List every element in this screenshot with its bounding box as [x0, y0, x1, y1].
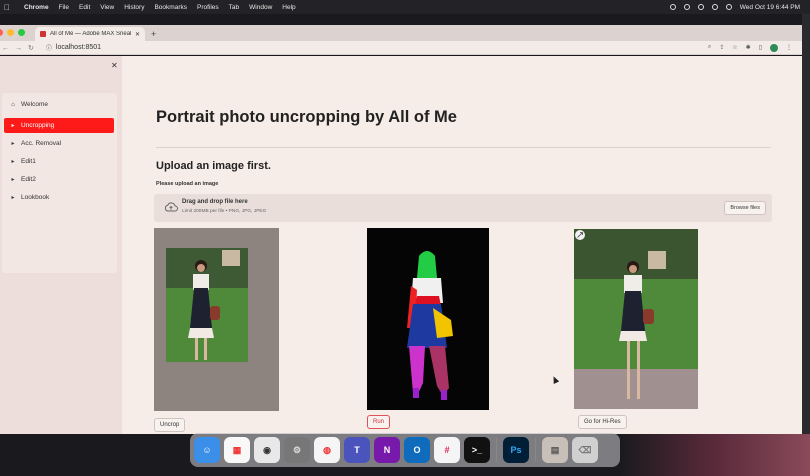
- apple-icon[interactable]: : [4, 3, 14, 12]
- teams-icon[interactable]: T: [344, 437, 370, 463]
- main-content: Portrait photo uncropping by All of Me U…: [122, 56, 802, 434]
- screenshot-icon[interactable]: ◉: [254, 437, 280, 463]
- wifi-icon[interactable]: [711, 4, 718, 10]
- sidebar-item-edit2[interactable]: ▸ Edit2: [4, 172, 114, 187]
- menu-file[interactable]: File: [59, 4, 69, 11]
- system-settings-icon[interactable]: ⚙: [284, 437, 310, 463]
- window-edge: [802, 14, 810, 434]
- browser-tabbar: All of Me — Adobe MAX Sneak ✕ +: [0, 25, 802, 41]
- dropzone-limit: Limit 200MB per file • PNG, JPG, JPEG: [182, 209, 267, 214]
- sidebar-item-label: Edit2: [21, 176, 36, 183]
- control-center-icon[interactable]: [725, 4, 732, 10]
- menu-edit[interactable]: Edit: [79, 4, 90, 11]
- bookmark-star-icon[interactable]: ☆: [732, 44, 737, 51]
- segmentation-map-image: [367, 228, 489, 410]
- chrome-icon[interactable]: ◍: [314, 437, 340, 463]
- mouse-cursor: [550, 375, 560, 384]
- zoom-window-icon[interactable]: [18, 29, 25, 36]
- sidebar-item-lookbook[interactable]: ▸ Lookbook: [4, 190, 114, 205]
- close-sidebar-icon[interactable]: ✕: [111, 61, 118, 70]
- trash-icon[interactable]: ⌫: [572, 437, 598, 463]
- onenote-icon[interactable]: N: [374, 437, 400, 463]
- share-icon[interactable]: ⇪: [719, 44, 724, 51]
- chevron-right-icon: ▸: [11, 159, 15, 165]
- downloads-stack-icon[interactable]: ▤: [542, 437, 568, 463]
- chevron-right-icon: ▸: [11, 195, 15, 201]
- back-forward-icons[interactable]: ←→↻: [2, 44, 40, 52]
- tab-title: All of Me — Adobe MAX Sneak: [50, 31, 131, 37]
- sidebar-item-welcome[interactable]: ⌂ Welcome: [4, 97, 114, 112]
- slack-icon[interactable]: #: [434, 437, 460, 463]
- favicon-icon: [40, 31, 46, 37]
- minimize-window-icon[interactable]: [7, 29, 14, 36]
- chevron-right-icon: ▸: [11, 141, 15, 147]
- macos-menubar:  Chrome File Edit View History Bookmark…: [0, 0, 810, 14]
- sidebar-item-edit1[interactable]: ▸ Edit1: [4, 154, 114, 169]
- page-title: Portrait photo uncropping by All of Me: [156, 108, 457, 126]
- profile-avatar[interactable]: [770, 43, 778, 52]
- new-tab-button[interactable]: +: [151, 29, 156, 39]
- dropzone-title: Drag and drop file here: [182, 199, 248, 205]
- upload-hint: Please upload an image: [156, 181, 219, 187]
- go-for-hires-button[interactable]: Go for Hi-Res: [578, 415, 627, 429]
- more-menu-icon[interactable]: ⋮: [786, 44, 792, 51]
- url-field[interactable]: ⓘ localhost:8501: [46, 43, 101, 52]
- extensions-icon[interactable]: ✱: [746, 44, 751, 51]
- window-controls: [0, 29, 25, 36]
- close-tab-icon[interactable]: ✕: [135, 31, 140, 38]
- photoshop-icon[interactable]: Ps: [503, 437, 529, 463]
- finder-icon[interactable]: ☺: [194, 437, 220, 463]
- zoom-icon[interactable]: ⌕: [708, 44, 711, 51]
- menu-profiles[interactable]: Profiles: [197, 4, 219, 11]
- desktop-background: [620, 434, 810, 476]
- sidebar-nav: ⌂ Welcome ▸ Uncropping ▸ Acc. Removal ▸ …: [2, 93, 117, 273]
- menubar-clock[interactable]: Wed Oct 19 6:44 PM: [740, 4, 800, 11]
- sidepanel-icon[interactable]: ▯: [759, 44, 762, 51]
- menu-window[interactable]: Window: [249, 4, 272, 11]
- file-dropzone[interactable]: Drag and drop file here Limit 200MB per …: [154, 194, 772, 222]
- menu-tab[interactable]: Tab: [229, 4, 239, 11]
- dock-separator: [496, 438, 497, 462]
- dock-separator: [535, 438, 536, 462]
- browser-tab[interactable]: All of Me — Adobe MAX Sneak ✕: [35, 27, 145, 41]
- menu-bookmarks[interactable]: Bookmarks: [154, 4, 187, 11]
- address-bar: ←→↻ ⓘ localhost:8501 ⌕ ⇪ ☆ ✱ ▯ ⋮: [0, 41, 802, 55]
- close-window-icon[interactable]: [0, 29, 3, 36]
- browser-toolbar: ⌕ ⇪ ☆ ✱ ▯ ⋮: [708, 43, 792, 52]
- terminal-icon[interactable]: >_: [464, 437, 490, 463]
- url-text[interactable]: localhost:8501: [56, 44, 101, 51]
- sidebar-item-label: Lookbook: [21, 194, 50, 201]
- sidebar-item-uncropping[interactable]: ▸ Uncropping: [4, 118, 114, 133]
- browse-files-button[interactable]: Browse files: [724, 201, 766, 215]
- outlook-icon[interactable]: O: [404, 437, 430, 463]
- menu-app-chrome[interactable]: Chrome: [24, 4, 49, 11]
- sidebar-item-label: Acc. Removal: [21, 140, 62, 147]
- info-icon[interactable]: ⓘ: [46, 43, 52, 52]
- divider: [156, 147, 771, 148]
- sidebar-item-acc-removal[interactable]: ▸ Acc. Removal: [4, 136, 114, 151]
- home-icon: ⌂: [11, 101, 15, 108]
- status-icon[interactable]: [697, 4, 704, 10]
- macos-dock: ☺ ▦ ◉ ⚙ ◍ T N O # >_ Ps ▤ ⌫: [190, 433, 620, 467]
- sidebar: ✕ ⌂ Welcome ▸ Uncropping ▸ Acc. Removal …: [0, 56, 122, 434]
- cropped-input-image: [154, 228, 279, 411]
- launchpad-icon[interactable]: ▦: [224, 437, 250, 463]
- status-icon[interactable]: [683, 4, 690, 10]
- uncropped-result-image: [574, 229, 698, 409]
- menu-view[interactable]: View: [100, 4, 114, 11]
- sidebar-item-label: Welcome: [21, 101, 48, 108]
- uncrop-button[interactable]: Uncrop: [154, 418, 186, 432]
- menu-help[interactable]: Help: [282, 4, 295, 11]
- sidebar-item-label: Uncropping: [21, 122, 55, 129]
- menubar-status-area: Wed Oct 19 6:44 PM: [669, 0, 800, 14]
- chevron-right-icon: ▸: [11, 123, 15, 129]
- webpage: ✕ ⌂ Welcome ▸ Uncropping ▸ Acc. Removal …: [0, 56, 802, 434]
- menu-history[interactable]: History: [124, 4, 144, 11]
- section-subtitle: Upload an image first.: [156, 160, 271, 172]
- chevron-right-icon: ▸: [11, 177, 15, 183]
- cloud-upload-icon: [164, 202, 178, 212]
- status-icon[interactable]: [669, 4, 676, 10]
- run-button[interactable]: Run: [367, 415, 391, 429]
- sidebar-item-label: Edit1: [21, 158, 36, 165]
